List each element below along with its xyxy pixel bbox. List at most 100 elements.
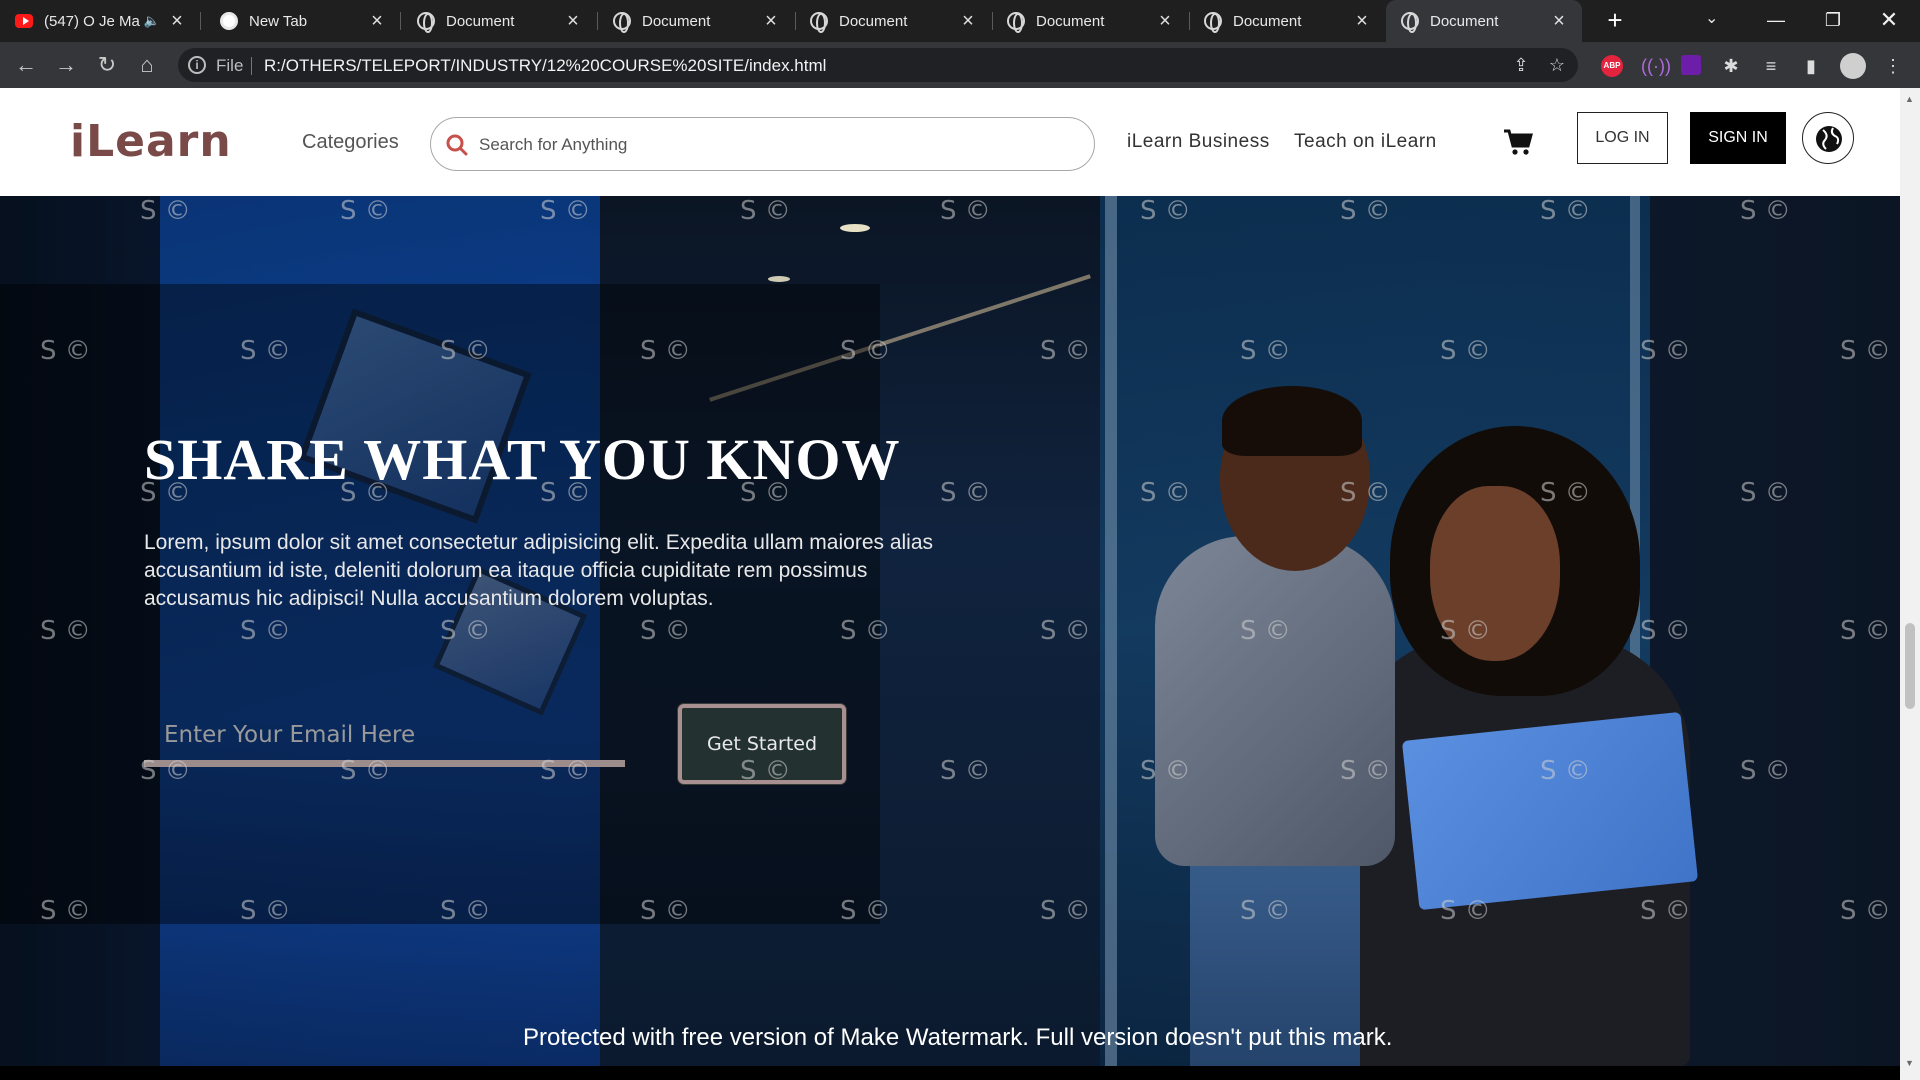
tab-document-4[interactable]: Document × xyxy=(992,0,1188,42)
info-icon[interactable]: i xyxy=(188,56,206,74)
cart-icon[interactable] xyxy=(1503,128,1533,156)
teach-link[interactable]: Teach on iLearn xyxy=(1294,131,1437,153)
share-icon[interactable]: ⇪ xyxy=(1510,54,1532,76)
page-scrollbar[interactable]: ▲ ▼ xyxy=(1900,88,1920,1080)
watermark-mark: S © xyxy=(340,196,391,226)
search-input[interactable] xyxy=(479,130,1069,160)
side-panel-icon[interactable]: ▮ xyxy=(1800,55,1822,77)
home-button[interactable]: ⌂ xyxy=(133,51,161,79)
adblock-extension-icon[interactable]: ABP xyxy=(1601,55,1623,77)
bookmark-star-icon[interactable]: ☆ xyxy=(1546,54,1568,76)
puzzle-extensions-icon[interactable]: ✱ xyxy=(1720,55,1742,77)
watermark-banner: Protected with free version of Make Wate… xyxy=(523,1024,1393,1051)
ceiling-light xyxy=(840,224,870,232)
watermark-mark: S © xyxy=(1740,478,1791,508)
tab-search-chevron-icon[interactable]: ⌄ xyxy=(1705,8,1718,28)
tab-document-3[interactable]: Document × xyxy=(795,0,991,42)
watermark-mark: S © xyxy=(1840,616,1891,646)
watermark-mark: S © xyxy=(940,196,991,226)
close-icon[interactable]: × xyxy=(1548,10,1570,33)
watermark-mark: S © xyxy=(1040,336,1091,366)
signin-button[interactable]: SIGN IN xyxy=(1690,112,1786,164)
reload-button[interactable]: ↻ xyxy=(93,51,121,79)
chrome-icon xyxy=(220,12,238,30)
hero-description: Lorem, ipsum dolor sit amet consectetur … xyxy=(144,531,934,610)
login-button[interactable]: LOG IN xyxy=(1577,112,1668,164)
globe-icon xyxy=(1816,126,1842,152)
site-navbar: iLearn Categories iLearn Business Teach … xyxy=(0,88,1900,196)
minimize-button[interactable]: — xyxy=(1753,4,1799,36)
tab-youtube[interactable]: (547) O Je Ma 🔈 × xyxy=(0,0,200,42)
watermark-mark: S © xyxy=(940,756,991,786)
forward-button[interactable]: → xyxy=(52,51,80,79)
site-logo[interactable]: iLearn xyxy=(70,116,232,167)
purple-extension-icon[interactable] xyxy=(1681,55,1701,75)
watermark-mark: S © xyxy=(540,196,591,226)
youtube-icon xyxy=(15,14,33,28)
url-text[interactable]: R:/OTHERS/TELEPORT/INDUSTRY/12%20COURSE%… xyxy=(264,56,826,76)
watermark-mark: S © xyxy=(1540,478,1591,508)
new-tab-button[interactable]: + xyxy=(1600,6,1630,36)
watermark-mark: S © xyxy=(140,478,191,508)
watermark-mark: S © xyxy=(1040,896,1091,926)
tab-document-2[interactable]: Document × xyxy=(598,0,794,42)
close-icon[interactable]: × xyxy=(1154,10,1176,33)
watermark-mark: S © xyxy=(1140,478,1191,508)
close-icon[interactable]: × xyxy=(166,10,188,33)
watermark-mark: S © xyxy=(640,896,691,926)
reading-list-icon[interactable]: ≡ xyxy=(1760,55,1782,77)
profile-avatar[interactable] xyxy=(1840,53,1866,79)
close-icon[interactable]: × xyxy=(1351,10,1373,33)
broadcast-extension-icon[interactable]: ((·)) xyxy=(1641,55,1671,77)
browser-toolbar: ← → ↻ ⌂ i File R:/OTHERS/TELEPORT/INDUST… xyxy=(0,42,1920,88)
tab-document-5[interactable]: Document × xyxy=(1189,0,1385,42)
watermark-mark: S © xyxy=(540,756,591,786)
address-bar[interactable]: i File R:/OTHERS/TELEPORT/INDUSTRY/12%20… xyxy=(178,48,1578,82)
hero-background-pillar xyxy=(1105,196,1117,1066)
web-page: iLearn Categories iLearn Business Teach … xyxy=(0,88,1900,1080)
more-menu-icon[interactable]: ⋮ xyxy=(1882,55,1904,77)
language-button[interactable] xyxy=(1802,112,1854,164)
watermark-mark: S © xyxy=(140,756,191,786)
restore-button[interactable]: ❐ xyxy=(1810,4,1856,36)
watermark-mark: S © xyxy=(1440,616,1491,646)
watermark-mark: S © xyxy=(40,336,91,366)
watermark-mark: S © xyxy=(340,756,391,786)
watermark-mark: S © xyxy=(1240,336,1291,366)
close-icon[interactable]: × xyxy=(957,10,979,33)
watermark-mark: S © xyxy=(840,336,891,366)
watermark-mark: S © xyxy=(1740,196,1791,226)
window-close-button[interactable]: ✕ xyxy=(1866,4,1912,36)
scroll-up-arrow-icon[interactable]: ▲ xyxy=(1905,94,1914,104)
search-icon[interactable] xyxy=(445,133,469,157)
watermark-mark: S © xyxy=(240,336,291,366)
ceiling-light xyxy=(768,276,790,282)
back-button[interactable]: ← xyxy=(12,51,40,79)
hero-section: SHARE WHAT YOU KNOW Lorem, ipsum dolor s… xyxy=(0,196,1900,1066)
watermark-mark: S © xyxy=(1840,336,1891,366)
close-icon[interactable]: × xyxy=(760,10,782,33)
scrollbar-thumb[interactable] xyxy=(1905,623,1915,709)
watermark-mark: S © xyxy=(440,896,491,926)
ilearn-business-link[interactable]: iLearn Business xyxy=(1127,131,1270,153)
watermark-mark: S © xyxy=(1640,336,1691,366)
tab-document-1[interactable]: Document × xyxy=(402,0,596,42)
watermark-mark: S © xyxy=(1240,896,1291,926)
speaker-icon[interactable]: 🔈 xyxy=(144,13,160,29)
watermark-mark: S © xyxy=(1740,756,1791,786)
close-icon[interactable]: × xyxy=(366,10,388,33)
watermark-mark: S © xyxy=(1540,756,1591,786)
scroll-down-arrow-icon[interactable]: ▼ xyxy=(1905,1058,1914,1068)
categories-link[interactable]: Categories xyxy=(302,131,399,154)
watermark-mark: S © xyxy=(740,756,791,786)
watermark-mark: S © xyxy=(240,896,291,926)
close-icon[interactable]: × xyxy=(562,10,584,33)
tab-label: New Tab xyxy=(249,12,308,30)
watermark-mark: S © xyxy=(40,896,91,926)
tab-document-active[interactable]: Document × xyxy=(1386,0,1582,42)
tab-label: Document xyxy=(1233,12,1302,30)
search-bar[interactable] xyxy=(430,117,1095,171)
globe-icon xyxy=(613,12,631,33)
tab-new-tab[interactable]: New Tab × xyxy=(205,0,400,42)
tab-label: Document xyxy=(839,12,908,30)
